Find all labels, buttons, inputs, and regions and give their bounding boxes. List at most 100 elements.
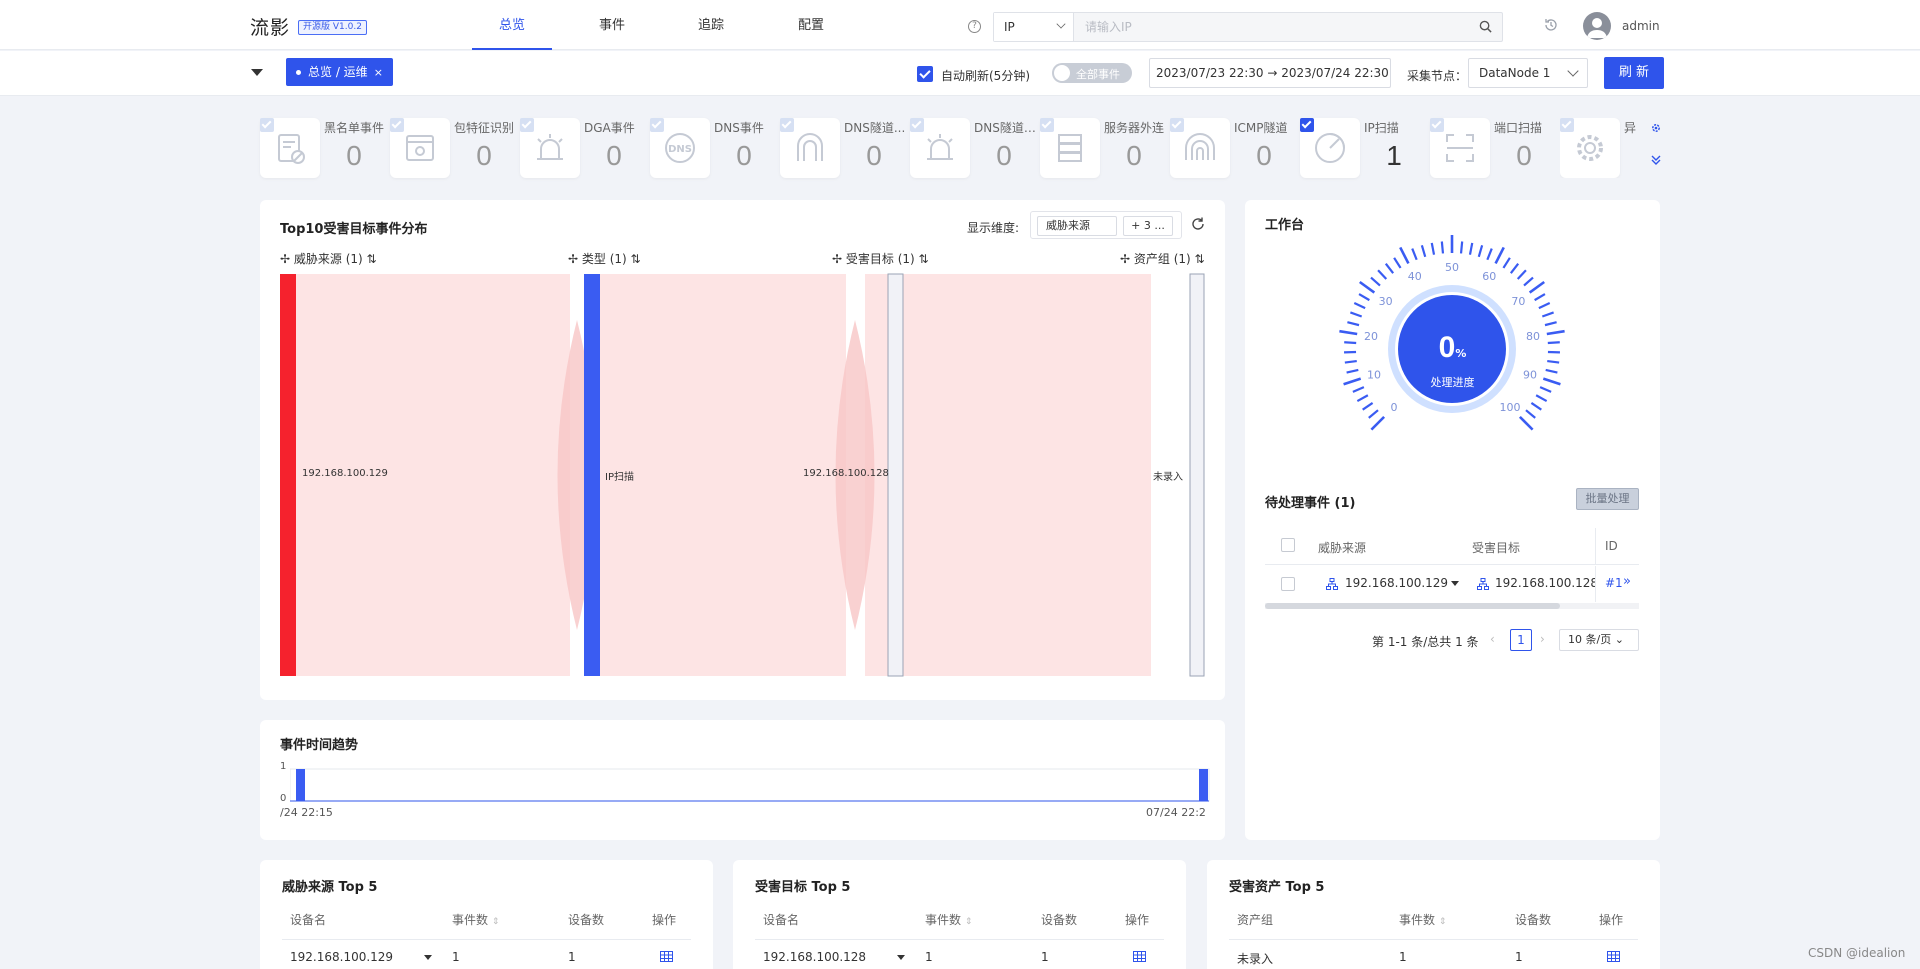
- refresh-button[interactable]: 刷 新: [1604, 57, 1664, 89]
- stat-checkbox[interactable]: [1170, 118, 1184, 132]
- event-stat-item[interactable]: 端口扫描 0: [1430, 118, 1560, 178]
- stat-checkbox[interactable]: [1560, 118, 1574, 132]
- caret-down-icon[interactable]: [1451, 581, 1459, 586]
- table-scrollbar[interactable]: [1265, 603, 1639, 609]
- top-navbar: 流影 开源版 V1.0.2 总览 事件 追踪 配置 ? IP admin: [0, 0, 1920, 50]
- event-stat-item[interactable]: IP扫描 1: [1300, 118, 1430, 178]
- col-devices: 设备数: [1041, 913, 1078, 927]
- row-name[interactable]: 未录入: [1237, 950, 1273, 967]
- nav-tab-trace[interactable]: 追踪: [671, 0, 751, 50]
- search-input[interactable]: [1075, 13, 1465, 41]
- event-stat-item[interactable]: 异: [1560, 118, 1680, 178]
- event-stat-item[interactable]: DNS隧道A... 0: [910, 118, 1040, 178]
- auto-refresh-checkbox[interactable]: [917, 66, 933, 82]
- table-view-icon[interactable]: [1607, 951, 1620, 962]
- tab-overview-ops[interactable]: 总览 / 运维 ×: [286, 58, 393, 86]
- stat-checkbox[interactable]: [1040, 118, 1054, 132]
- settings-gear-icon[interactable]: [1650, 122, 1662, 134]
- sankey-node-source[interactable]: [280, 274, 296, 676]
- col-events[interactable]: 事件数 ⇕: [452, 911, 499, 928]
- trend-bar[interactable]: [1199, 769, 1208, 801]
- event-stat-item[interactable]: ICMP隧道 0: [1170, 118, 1300, 178]
- next-page-icon[interactable]: ›: [1540, 632, 1545, 646]
- stat-checkbox[interactable]: [520, 118, 534, 132]
- col-events[interactable]: 事件数 ⇕: [925, 911, 972, 928]
- table-view-icon[interactable]: [660, 951, 673, 962]
- row-id[interactable]: #1: [1605, 576, 1623, 590]
- pagination-summary: 第 1-1 条/总共 1 条: [1372, 635, 1479, 649]
- gauge-tick: [1509, 262, 1520, 274]
- page-size-select[interactable]: 10 条/页 ⌄: [1559, 629, 1639, 651]
- col-events[interactable]: 事件数 ⇕: [1399, 911, 1446, 928]
- node-select[interactable]: DataNode 1: [1468, 58, 1588, 88]
- sankey-node-asset[interactable]: [1189, 273, 1205, 677]
- caret-down-icon[interactable]: [897, 955, 905, 960]
- watermark: CSDN @idealion: [1808, 946, 1906, 960]
- stat-checkbox[interactable]: [390, 118, 404, 132]
- event-stat-item[interactable]: DNS DNS事件 0: [650, 118, 780, 178]
- dimension-select[interactable]: 威胁来源 + 3 ...: [1030, 211, 1182, 239]
- batch-process-button[interactable]: 批量处理: [1576, 488, 1639, 510]
- stat-checkbox[interactable]: [910, 118, 924, 132]
- select-all-checkbox[interactable]: [1281, 538, 1295, 552]
- nav-tab-events[interactable]: 事件: [572, 0, 652, 50]
- collapse-caret-icon[interactable]: [251, 69, 263, 76]
- double-chevron-right-icon[interactable]: »: [1623, 574, 1631, 589]
- username[interactable]: admin: [1622, 19, 1660, 33]
- sankey-col-header-asset[interactable]: ✢ 资产组 (1) ⇅: [1120, 250, 1205, 267]
- trend-x-start: /24 22:15: [280, 806, 333, 819]
- row-events: 1: [925, 950, 933, 964]
- sankey-card: Top10受害目标事件分布 显示维度: 威胁来源 + 3 ... ✢ 威胁来源 …: [260, 200, 1225, 700]
- search-icon[interactable]: [1479, 20, 1492, 33]
- sankey-col-header-target[interactable]: ✢ 受害目标 (1) ⇅: [832, 250, 929, 267]
- nav-tab-overview[interactable]: 总览: [472, 0, 552, 50]
- gauge-tick: [1486, 248, 1493, 261]
- table-view-icon[interactable]: [1133, 951, 1146, 962]
- table-row[interactable]: 192.168.100.129 1 1: [282, 942, 691, 969]
- event-stat-item[interactable]: 黑名单事件 0: [260, 118, 390, 178]
- close-icon[interactable]: ×: [374, 66, 383, 79]
- stat-name: ICMP隧道: [1234, 121, 1288, 135]
- page-1-button[interactable]: 1: [1510, 629, 1532, 651]
- sankey-node-type[interactable]: [584, 274, 600, 676]
- dimension-tag[interactable]: 威胁来源: [1037, 216, 1117, 236]
- date-range-picker[interactable]: 2023/07/23 22:30 → 2023/07/24 22:30: [1149, 58, 1391, 88]
- sankey-col-header-type[interactable]: ✢ 类型 (1) ⇅: [568, 250, 641, 267]
- sankey-col-header-source[interactable]: ✢ 威胁来源 (1) ⇅: [280, 250, 377, 267]
- prev-page-icon[interactable]: ‹: [1490, 632, 1495, 646]
- stat-checkbox[interactable]: [780, 118, 794, 132]
- table-row[interactable]: 192.168.100.128 1 1: [755, 942, 1164, 969]
- event-stat-item[interactable]: DGA事件 0: [520, 118, 650, 178]
- reload-icon[interactable]: [1190, 216, 1206, 232]
- toggle-label: 全部事件: [1076, 68, 1120, 81]
- dimension-more[interactable]: + 3 ...: [1123, 216, 1173, 236]
- table-row[interactable]: 192.168.100.129 192.168.100.128 #1 »: [1265, 566, 1639, 602]
- search-type-select[interactable]: IP: [994, 13, 1074, 41]
- row-name[interactable]: 192.168.100.128: [763, 950, 866, 964]
- avatar[interactable]: [1583, 12, 1611, 40]
- gauge-tick: [1370, 276, 1381, 287]
- caret-down-icon[interactable]: [424, 955, 432, 960]
- sankey-label-asset: 未录入: [1153, 472, 1183, 483]
- nav-tab-config[interactable]: 配置: [771, 0, 851, 50]
- history-icon[interactable]: [1543, 17, 1559, 33]
- expand-chevron-icon[interactable]: [1650, 154, 1662, 166]
- stat-checkbox[interactable]: [260, 118, 274, 132]
- gauge-tick: [1534, 293, 1546, 302]
- event-stat-item[interactable]: 包特征识别 0: [390, 118, 520, 178]
- stat-checkbox[interactable]: [650, 118, 664, 132]
- sankey-flow-3[interactable]: [865, 274, 1151, 676]
- trend-bar[interactable]: [296, 769, 305, 801]
- table-row[interactable]: 未录入 1 1: [1229, 942, 1638, 969]
- all-events-toggle[interactable]: 全部事件: [1052, 63, 1132, 83]
- row-checkbox[interactable]: [1281, 577, 1295, 591]
- row-target-ip[interactable]: 192.168.100.128: [1495, 576, 1595, 590]
- event-stat-item[interactable]: DNS隧道... 0: [780, 118, 910, 178]
- event-stat-item[interactable]: 服务器外连 0: [1040, 118, 1170, 178]
- stat-checkbox[interactable]: [1300, 118, 1314, 132]
- sankey-node-target[interactable]: [887, 273, 904, 677]
- help-icon[interactable]: ?: [968, 20, 981, 33]
- row-name[interactable]: 192.168.100.129: [290, 950, 393, 964]
- stat-checkbox[interactable]: [1430, 118, 1444, 132]
- row-source-ip[interactable]: 192.168.100.129: [1345, 576, 1448, 590]
